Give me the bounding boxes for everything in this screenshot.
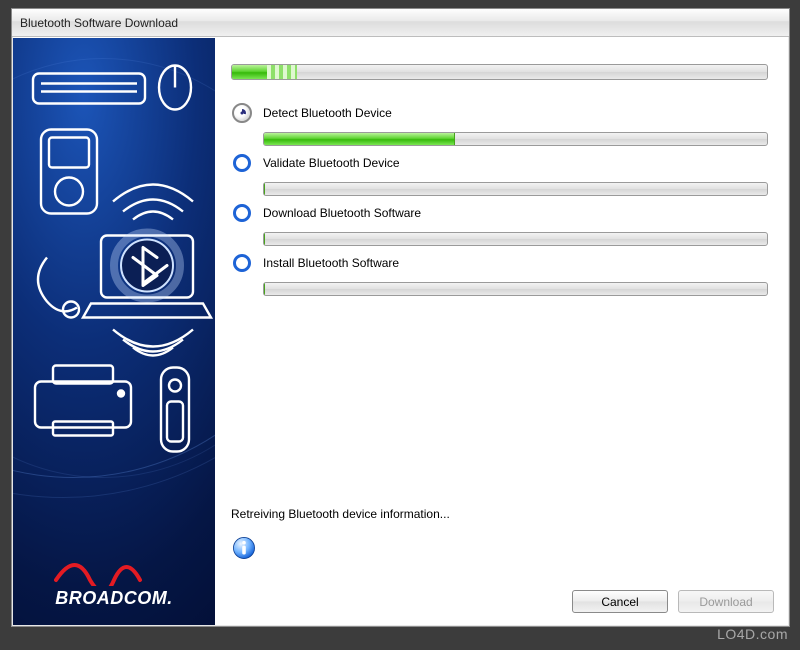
broadcom-wave-icon bbox=[54, 556, 174, 586]
step-progress-fill bbox=[264, 183, 265, 195]
main-panel: Detect Bluetooth Device Validate Bluetoo… bbox=[215, 38, 788, 625]
status-message: Retreiving Bluetooth device information.… bbox=[231, 507, 450, 521]
window-titlebar[interactable]: Bluetooth Software Download bbox=[12, 9, 789, 37]
installer-window: Bluetooth Software Download bbox=[11, 8, 790, 627]
step-progress-bar bbox=[263, 232, 768, 246]
step-progress-fill bbox=[264, 233, 265, 245]
step-download: Download Bluetooth Software bbox=[231, 202, 768, 246]
overall-progress-fill bbox=[232, 65, 280, 79]
step-validate: Validate Bluetooth Device bbox=[231, 152, 768, 196]
step-progress-bar bbox=[263, 282, 768, 296]
device-outline-illustration bbox=[13, 38, 215, 625]
step-detect: Detect Bluetooth Device bbox=[231, 102, 768, 146]
step-progress-fill bbox=[264, 133, 455, 145]
step-install: Install Bluetooth Software bbox=[231, 252, 768, 296]
vendor-logo: BROADCOM. bbox=[13, 556, 215, 609]
step-progress-bar bbox=[263, 182, 768, 196]
step-label: Download Bluetooth Software bbox=[263, 206, 421, 220]
clock-icon bbox=[231, 102, 253, 124]
download-button: Download bbox=[678, 590, 774, 613]
step-label: Detect Bluetooth Device bbox=[263, 106, 392, 120]
overall-progress-bar bbox=[231, 64, 768, 80]
ring-icon bbox=[231, 202, 253, 224]
sidebar-graphic: BROADCOM. bbox=[13, 38, 215, 625]
window-content: BROADCOM. Detect Bluetooth Device bbox=[13, 38, 788, 625]
cancel-button[interactable]: Cancel bbox=[572, 590, 668, 613]
step-label: Validate Bluetooth Device bbox=[263, 156, 400, 170]
info-icon bbox=[231, 535, 257, 561]
vendor-name: BROADCOM. bbox=[55, 588, 173, 608]
status-area: Retreiving Bluetooth device information.… bbox=[231, 507, 450, 561]
watermark: LO4D.com bbox=[717, 626, 788, 642]
step-progress-fill bbox=[264, 283, 265, 295]
window-title: Bluetooth Software Download bbox=[20, 16, 178, 30]
ring-icon bbox=[231, 252, 253, 274]
step-progress-bar bbox=[263, 132, 768, 146]
overall-progress bbox=[231, 64, 768, 80]
ring-icon bbox=[231, 152, 253, 174]
step-label: Install Bluetooth Software bbox=[263, 256, 399, 270]
dialog-buttons: Cancel Download bbox=[572, 590, 774, 613]
